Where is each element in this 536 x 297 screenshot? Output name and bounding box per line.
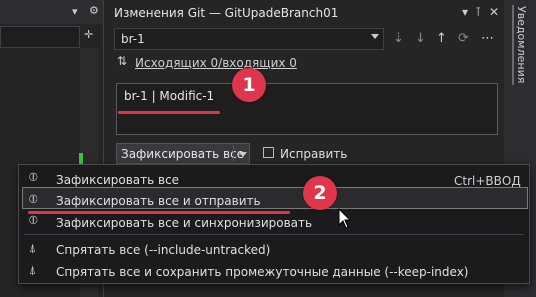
left-panel-header: [0, 0, 103, 24]
commit-message-text: br-1 | Modific-1: [124, 89, 215, 103]
menu-separator: [24, 234, 524, 235]
commit-icon: ⦶: [29, 170, 38, 184]
chevron-down-icon[interactable]: [371, 34, 379, 39]
chevron-down-icon[interactable]: ▾: [462, 5, 468, 19]
mouse-cursor-icon: [338, 208, 352, 229]
amend-label: Исправить: [280, 147, 348, 161]
stash-icon: ⍋: [29, 241, 37, 255]
fetch-icon[interactable]: ⇣: [393, 31, 404, 46]
panel-title: Изменения Git — GitUpadeBranch01: [114, 6, 339, 20]
annotation-badge-2: 2: [303, 176, 337, 210]
menu-item-label: Спрятать все (--include-untracked): [56, 243, 271, 257]
menu-item-shortcut: Ctrl+ВВОД: [454, 174, 521, 188]
menu-item-label: Зафиксировать все: [56, 173, 180, 187]
more-icon[interactable]: ⋯: [481, 31, 494, 46]
branch-dropdown-value: br-1: [121, 32, 145, 46]
button-divider: [233, 145, 234, 162]
pull-icon[interactable]: ↓: [415, 31, 426, 46]
outgoing-incoming-icon: ⇅: [117, 54, 128, 68]
stash-icon: ⍋: [29, 263, 37, 277]
menu-item-label: Зафиксировать все и синхронизировать: [56, 216, 313, 230]
left-search-box[interactable]: [0, 26, 80, 48]
close-icon[interactable]: ✕: [489, 5, 499, 19]
amend-checkbox[interactable]: [263, 147, 274, 158]
commit-all-button-label: Зафиксировать все: [121, 147, 245, 161]
pin-icon[interactable]: ⊺: [475, 5, 481, 19]
sync-icon[interactable]: ⟳: [458, 31, 469, 46]
gear-icon[interactable]: ⚙: [89, 4, 99, 17]
branch-dropdown[interactable]: [114, 28, 384, 50]
notifications-tab-label: Уведомления: [515, 6, 528, 84]
chevron-down-icon[interactable]: [239, 152, 247, 157]
annotation-badge-1: 1: [232, 68, 266, 102]
commit-icon: ⦶: [29, 213, 38, 227]
outgoing-incoming-link[interactable]: Исходящих 0/входящих 0: [135, 56, 297, 70]
push-icon[interactable]: ↑: [436, 31, 447, 46]
annotation-underline: [118, 111, 220, 114]
menu-item-label: Спрятать все и сохранить промежуточные д…: [56, 265, 469, 279]
pin-icon[interactable]: ✛: [84, 28, 93, 41]
commit-icon: ⦶: [29, 192, 38, 206]
menu-item-label: Зафиксировать все и отправить: [56, 194, 261, 208]
chevron-down-icon[interactable]: ▾: [72, 5, 78, 18]
